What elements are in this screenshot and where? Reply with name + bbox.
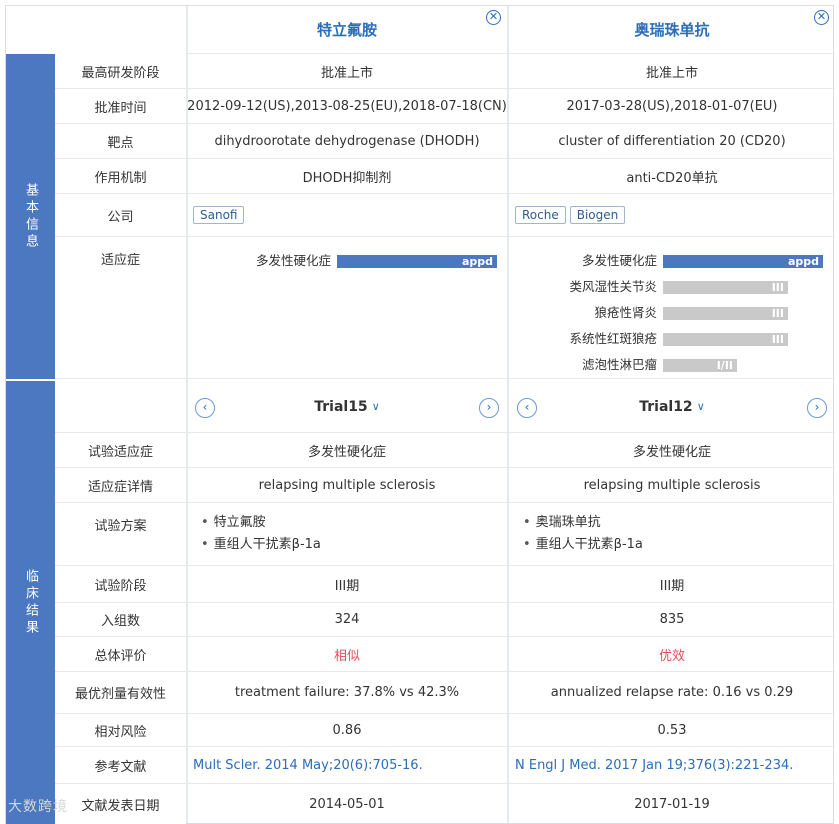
indication-item: 狼疮性肾炎 III — [509, 305, 835, 321]
reference-link[interactable]: N Engl J Med. 2017 Jan 19;376(3):221-234… — [515, 758, 793, 773]
indication-item: 多发性硬化症 appd — [187, 253, 507, 269]
indication-name: 系统性红斑狼疮 — [569, 331, 657, 346]
label-phase: 试验阶段 — [55, 566, 186, 603]
label-indication: 适应症 — [55, 237, 186, 379]
efficacy-cell: annualized relapse rate: 0.16 vs 0.29 — [509, 672, 835, 714]
chevron-down-icon[interactable]: ∨ — [372, 400, 380, 413]
enrollment-cell: 835 — [509, 603, 835, 637]
indication-name: 狼疮性肾炎 — [594, 305, 657, 320]
indication-phase-bar: I/II — [663, 359, 737, 372]
company-tag[interactable]: Roche — [515, 206, 566, 224]
drug-column-ocrelizumab: 奥瑞珠单抗 ✕ 批准上市 2017-03-28(US),2018-01-07(E… — [509, 6, 835, 823]
indication-name: 多发性硬化症 — [581, 253, 657, 268]
indication-name: 滤泡性淋巴瘤 — [581, 357, 657, 372]
company-tag[interactable]: Biogen — [569, 206, 626, 224]
scheme-cell: 奥瑞珠单抗 重组人干扰素β-1a — [509, 503, 835, 566]
label-scheme: 试验方案 — [55, 503, 186, 566]
indication-cell: 多发性硬化症 appd 类风湿性关节炎 III 狼疮性肾炎 III 系统性红斑狼疮 III 滤泡… — [509, 237, 835, 379]
label-pub-date: 文献发表日期 — [55, 784, 186, 824]
label-approval: 批准时间 — [55, 89, 186, 124]
scheme-item: 重组人干扰素β-1a — [201, 534, 321, 556]
trial-header: ‹ Trial12 ∨ › — [509, 381, 835, 433]
drug-name[interactable]: 特立氟胺 — [317, 19, 377, 40]
close-icon[interactable]: ✕ — [814, 10, 829, 25]
watermark: 大数跨境 — [8, 799, 68, 815]
reference-link[interactable]: Mult Scler. 2014 May;20(6):705-16. — [193, 758, 423, 773]
trial-selector[interactable]: Trial15 — [314, 399, 367, 415]
indication-phase-bar: III — [663, 333, 788, 346]
company-tag[interactable]: Sanofi — [193, 206, 245, 224]
target-cell: dihydroorotate dehydrogenase (DHODH) — [187, 124, 507, 159]
phase-cell: III期 — [187, 566, 507, 603]
indication-detail-cell: relapsing multiple sclerosis — [509, 468, 835, 503]
label-evaluation: 总体评价 — [55, 637, 186, 672]
target-cell: cluster of differentiation 20 (CD20) — [509, 124, 835, 159]
section-clinical-results: 临床结果 — [6, 381, 55, 824]
relative-risk-cell: 0.86 — [187, 714, 507, 747]
indication-item: 滤泡性淋巴瘤 I/II — [509, 357, 835, 373]
company-cell: Sanofi — [187, 194, 507, 237]
label-enrollment: 入组数 — [55, 603, 186, 637]
label-mechanism: 作用机制 — [55, 159, 186, 194]
indication-detail-cell: relapsing multiple sclerosis — [187, 468, 507, 503]
label-trial-head-spacer — [55, 381, 186, 433]
trial-indication-cell: 多发性硬化症 — [187, 433, 507, 468]
label-trial-indication: 试验适应症 — [55, 433, 186, 468]
phase-cell: III期 — [509, 566, 835, 603]
scheme-cell: 特立氟胺 重组人干扰素β-1a — [187, 503, 507, 566]
drug-header: 特立氟胺 ✕ — [187, 6, 507, 54]
indication-item: 多发性硬化症 appd — [509, 253, 835, 269]
indication-cell: 多发性硬化症 appd — [187, 237, 507, 379]
chevron-left-circle-icon[interactable]: ‹ — [517, 398, 537, 418]
trial-selector[interactable]: Trial12 — [639, 399, 692, 415]
drug-column-teriflunomide: 特立氟胺 ✕ 批准上市 2012-09-12(US),2013-08-25(EU… — [187, 6, 507, 823]
scheme-item: 重组人干扰素β-1a — [523, 534, 643, 556]
label-column: 最高研发阶段 批准时间 靶点 作用机制 公司 适应症 试验适应症 适应症详情 试… — [55, 6, 186, 824]
comparison-table: 基本信息 临床结果 最高研发阶段 批准时间 靶点 作用机制 公司 适应症 试验适… — [5, 5, 835, 824]
label-relative-risk: 相对风险 — [55, 714, 186, 747]
mechanism-cell: DHODH抑制剂 — [187, 159, 507, 194]
label-reference: 参考文献 — [55, 747, 186, 784]
close-icon[interactable]: ✕ — [486, 10, 501, 25]
evaluation-cell: 相似 — [187, 637, 507, 672]
indication-name: 类风湿性关节炎 — [569, 279, 657, 294]
stage-cell: 批准上市 — [187, 54, 507, 89]
efficacy-cell: treatment failure: 37.8% vs 42.3% — [187, 672, 507, 714]
chevron-right-circle-icon[interactable]: › — [479, 398, 499, 418]
chevron-right-circle-icon[interactable]: › — [807, 398, 827, 418]
drug-name[interactable]: 奥瑞珠单抗 — [634, 19, 709, 40]
reference-cell: N Engl J Med. 2017 Jan 19;376(3):221-234… — [509, 747, 835, 784]
indication-item: 系统性红斑狼疮 III — [509, 331, 835, 347]
label-stage: 最高研发阶段 — [55, 54, 186, 89]
chevron-down-icon[interactable]: ∨ — [697, 400, 705, 413]
indication-name: 多发性硬化症 — [255, 253, 331, 268]
trial-header: ‹ Trial15 ∨ › — [187, 381, 507, 433]
company-cell: Roche Biogen — [509, 194, 835, 237]
label-company: 公司 — [55, 194, 186, 237]
pub-date-cell: 2014-05-01 — [309, 797, 385, 812]
label-indication-detail: 适应症详情 — [55, 468, 186, 503]
section-basic-info: 基本信息 — [6, 54, 55, 379]
scheme-item: 奥瑞珠单抗 — [523, 512, 601, 534]
mechanism-cell: anti-CD20单抗 — [509, 159, 835, 194]
approval-cell: 2017-03-28(US),2018-01-07(EU) — [509, 89, 835, 124]
indication-phase-bar: III — [663, 307, 788, 320]
indication-phase-bar: appd — [663, 255, 823, 268]
indication-phase-bar: III — [663, 281, 788, 294]
pub-date-cell: 2017-01-19 — [634, 797, 710, 812]
enrollment-cell: 324 — [187, 603, 507, 637]
drug-header: 奥瑞珠单抗 ✕ — [509, 6, 835, 54]
scheme-item: 特立氟胺 — [201, 512, 266, 534]
reference-cell: Mult Scler. 2014 May;20(6):705-16. — [187, 747, 507, 784]
chevron-left-circle-icon[interactable]: ‹ — [195, 398, 215, 418]
approval-cell: 2012-09-12(US),2013-08-25(EU),2018-07-18… — [187, 89, 507, 124]
relative-risk-cell: 0.53 — [509, 714, 835, 747]
label-target: 靶点 — [55, 124, 186, 159]
indication-phase-bar: appd — [337, 255, 497, 268]
indication-item: 类风湿性关节炎 III — [509, 279, 835, 295]
stage-cell: 批准上市 — [509, 54, 835, 89]
trial-indication-cell: 多发性硬化症 — [509, 433, 835, 468]
label-efficacy: 最优剂量有效性 — [55, 672, 186, 714]
evaluation-cell: 优效 — [509, 637, 835, 672]
